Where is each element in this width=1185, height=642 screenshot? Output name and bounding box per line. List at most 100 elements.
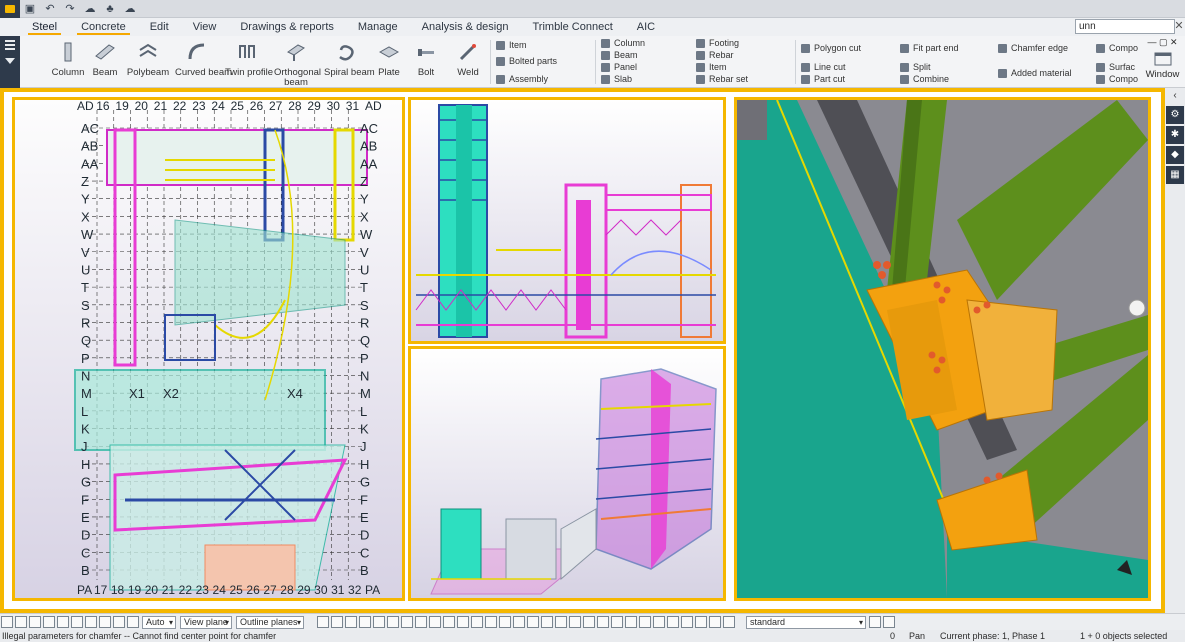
assembly-button[interactable]: Assembly — [496, 73, 548, 85]
tab-analysis-design[interactable]: Analysis & design — [410, 18, 521, 36]
snap-intersection-icon[interactable] — [57, 616, 69, 628]
select-welds-icon[interactable] — [387, 616, 399, 628]
plan-view[interactable]: AC AC AB AB AA AA Z Z Y Y X X W W V V U U T T S S R R Q Q P P N N M M L L… — [12, 97, 405, 601]
polybeam-button[interactable]: Polybeam — [126, 42, 170, 84]
select-dimension-icon[interactable] — [597, 616, 609, 628]
isometric-view[interactable] — [408, 346, 726, 601]
select-zoom-icon[interactable] — [639, 616, 651, 628]
select-measure-icon[interactable] — [583, 616, 595, 628]
select-color-icon[interactable] — [709, 616, 721, 628]
tab-aic[interactable]: AIC — [625, 18, 667, 36]
select-views-icon[interactable] — [471, 616, 483, 628]
footing-button[interactable]: Footing — [696, 37, 739, 49]
outline-planes-select[interactable]: Outline planes — [236, 615, 304, 629]
orthogonal-beam-button[interactable]: Orthogonal beam — [274, 42, 321, 88]
cloud-icon[interactable]: ☁ — [80, 0, 100, 18]
curved-beam-button[interactable]: Curved beam — [175, 42, 232, 84]
snap-center-icon[interactable] — [113, 616, 125, 628]
fit-part-end-button[interactable]: Fit part end — [900, 42, 959, 54]
redo-icon[interactable]: ↷ — [60, 0, 80, 18]
status-phase[interactable]: Current phase: 1, Phase 1 — [940, 630, 1045, 642]
select-assemblies-icon[interactable] — [345, 616, 357, 628]
chamfer-edge-button[interactable]: Chamfer edge — [998, 42, 1068, 54]
concrete-column-button[interactable]: Column — [601, 37, 645, 49]
expand-down-icon[interactable] — [5, 58, 15, 64]
select-cuts-icon[interactable] — [401, 616, 413, 628]
tab-concrete[interactable]: Concrete — [69, 18, 138, 36]
filter-options-icon[interactable] — [869, 616, 881, 628]
snap-free-icon[interactable] — [99, 616, 111, 628]
snap-midpoint-icon[interactable] — [43, 616, 55, 628]
select-rebars-icon[interactable] — [457, 616, 469, 628]
select-objects-icon[interactable] — [485, 616, 497, 628]
tab-steel[interactable]: Steel — [20, 18, 69, 36]
select-planes-icon[interactable] — [443, 616, 455, 628]
plane-select[interactable]: View plane — [180, 615, 232, 629]
window-button[interactable]: — ▢ ✕ Window — [1140, 36, 1185, 88]
snap-grid-icon[interactable] — [1, 616, 13, 628]
weld-button[interactable]: Weld — [446, 42, 490, 84]
tree-icon[interactable]: ♣ — [100, 0, 120, 18]
polygon-cut-button[interactable]: Polygon cut — [801, 42, 861, 54]
select-lock-icon[interactable] — [723, 616, 735, 628]
select-filter-icon[interactable] — [569, 616, 581, 628]
twin-profile-button[interactable]: Twin profile — [225, 42, 273, 84]
command-search-input[interactable]: unn — [1075, 19, 1175, 34]
select-surface-icon[interactable] — [499, 616, 511, 628]
window-controls-icon[interactable]: — ▢ ✕ — [1140, 37, 1185, 48]
snap-line-icon[interactable] — [85, 616, 97, 628]
select-components-icon[interactable] — [359, 616, 371, 628]
components-icon[interactable]: ▦ — [1166, 166, 1184, 184]
select-parts-icon[interactable] — [331, 616, 343, 628]
select-arc-icon[interactable] — [625, 616, 637, 628]
split-button[interactable]: Split — [900, 61, 931, 73]
snap-circle-icon[interactable] — [29, 616, 41, 628]
model-cube-icon[interactable]: ◆ — [1166, 146, 1184, 164]
select-hide-icon[interactable] — [695, 616, 707, 628]
beam-button[interactable]: Beam — [83, 42, 127, 84]
select-all-icon[interactable] — [317, 616, 329, 628]
select-reference-icon[interactable] — [527, 616, 539, 628]
tab-view[interactable]: View — [181, 18, 229, 36]
concrete-item-button[interactable]: Item — [696, 61, 727, 73]
select-clip-icon[interactable] — [681, 616, 693, 628]
select-angle-icon[interactable] — [611, 616, 623, 628]
select-pan-icon[interactable] — [653, 616, 665, 628]
selection-filter-select[interactable]: standard — [746, 615, 866, 629]
bolt-button[interactable]: Bolt — [404, 42, 448, 84]
part-cut-button[interactable]: Part cut — [801, 73, 845, 85]
collapse-panel-icon[interactable]: ‹ — [1165, 88, 1185, 104]
bolted-parts-button[interactable]: Bolted parts — [496, 55, 557, 67]
select-bolts-icon[interactable] — [373, 616, 385, 628]
hamburger-menu-icon[interactable] — [5, 40, 15, 52]
settings-icon[interactable]: ✱ — [1166, 126, 1184, 144]
spiral-beam-button[interactable]: Spiral beam — [324, 42, 375, 84]
snap-depth-select[interactable]: Auto — [142, 615, 176, 629]
tab-drawings-reports[interactable]: Drawings & reports — [228, 18, 346, 36]
line-cut-button[interactable]: Line cut — [801, 61, 846, 73]
added-material-button[interactable]: Added material — [998, 67, 1072, 79]
concrete-beam-button[interactable]: Beam — [601, 49, 638, 61]
elevation-view[interactable] — [408, 97, 726, 344]
viewport-canvas[interactable]: AC AC AB AB AA AA Z Z Y Y X X W W V V U U T T S S R R Q Q P P N N M M L L… — [4, 92, 1161, 609]
select-loads-icon[interactable] — [541, 616, 553, 628]
select-pour-icon[interactable] — [513, 616, 525, 628]
tab-edit[interactable]: Edit — [138, 18, 181, 36]
rebar-set-button[interactable]: Rebar set — [696, 73, 748, 85]
select-rotate-icon[interactable] — [667, 616, 679, 628]
tab-trimble-connect[interactable]: Trimble Connect — [520, 18, 624, 36]
concrete-slab-button[interactable]: Slab — [601, 73, 632, 85]
surface-button[interactable]: Surfac — [1096, 61, 1135, 73]
select-grids-icon[interactable] — [415, 616, 427, 628]
connection-detail-view[interactable] — [734, 97, 1151, 601]
tab-manage[interactable]: Manage — [346, 18, 410, 36]
rebar-button[interactable]: Rebar — [696, 49, 734, 61]
pointer-icon[interactable] — [883, 616, 895, 628]
app-logo-icon[interactable] — [0, 0, 20, 18]
snap-reference-icon[interactable] — [127, 616, 139, 628]
select-analysis-icon[interactable] — [555, 616, 567, 628]
cloud-sync-icon[interactable]: ☁ — [120, 0, 140, 18]
combine-button[interactable]: Combine — [900, 73, 949, 85]
search-clear-icon[interactable]: ✕ — [1173, 19, 1185, 34]
snap-rectangle-icon[interactable] — [15, 616, 27, 628]
